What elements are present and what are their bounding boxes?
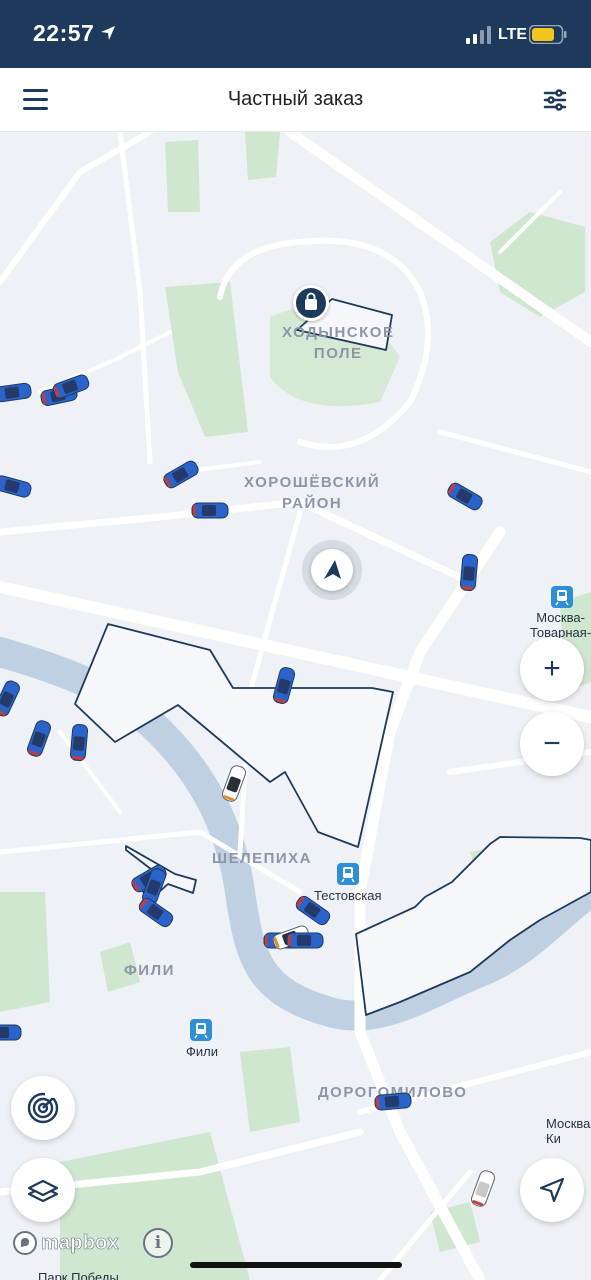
- station-line: Москва: [546, 1116, 591, 1131]
- car-icon[interactable]: [69, 723, 89, 762]
- station-label-testovskaya: Тестовская: [314, 888, 382, 903]
- layers-icon: [27, 1179, 59, 1203]
- filter-sliders-icon[interactable]: [540, 86, 570, 114]
- district-line: ХОРОШЁВСКИЙ: [244, 474, 381, 491]
- car-icon[interactable]: [459, 553, 479, 592]
- zoom-out-button[interactable]: −: [520, 712, 584, 776]
- navigation-arrow-icon: [302, 540, 362, 600]
- district-line: ПОЛЕ: [313, 345, 363, 362]
- station-label-moskva-tovarnaya: Москва- Товарная-: [530, 610, 591, 640]
- station-line: Ки: [546, 1131, 561, 1146]
- network-type: LTE: [498, 26, 528, 43]
- mapbox-logo[interactable]: mapbox: [12, 1230, 119, 1256]
- station-label-moskva-kiev: Москва Ки: [546, 1116, 590, 1146]
- district-line: РАЙОН: [281, 495, 343, 512]
- info-button[interactable]: i: [143, 1228, 173, 1258]
- train-icon[interactable]: [337, 863, 359, 885]
- district-label-khoroshevsky: ХОРОШЁВСКИЙ РАЙОН: [244, 472, 380, 514]
- radar-icon: [27, 1092, 59, 1124]
- radar-button[interactable]: [11, 1076, 75, 1140]
- district-label-shelepikha: ШЕЛЕПИХА: [212, 850, 313, 867]
- train-icon[interactable]: [551, 586, 573, 608]
- car-icon[interactable]: [286, 932, 324, 949]
- layers-button[interactable]: [11, 1158, 75, 1222]
- station-line: Москва-: [536, 610, 585, 625]
- station-label-fili: Фили: [186, 1044, 218, 1059]
- station-label-park-pobedy: Парк Победы: [38, 1270, 119, 1280]
- district-label-khodynskoe: ХОДЫНСКОЕ ПОЛЕ: [282, 322, 394, 364]
- district-line: ХОДЫНСКОЕ: [282, 324, 395, 341]
- zoom-out-label: −: [543, 727, 561, 760]
- status-bar: 22:57 LTE: [0, 0, 591, 68]
- mapbox-logo-icon: [13, 1231, 37, 1255]
- car-icon[interactable]: [373, 1091, 412, 1111]
- zoom-in-button[interactable]: +: [520, 637, 584, 701]
- app-header: Частный заказ: [0, 68, 591, 132]
- battery-icon: [529, 25, 567, 44]
- status-time: 22:57: [33, 20, 95, 46]
- train-icon[interactable]: [190, 1019, 212, 1041]
- location-arrow-icon: [101, 26, 115, 40]
- shopping-bag-icon[interactable]: [293, 285, 329, 321]
- hamburger-menu-icon[interactable]: [18, 86, 54, 114]
- locate-button[interactable]: [520, 1158, 584, 1222]
- page-title: Частный заказ: [227, 88, 364, 110]
- mapbox-text: mapbox: [41, 1231, 119, 1254]
- home-indicator: [190, 1262, 402, 1268]
- zoom-in-label: +: [543, 652, 561, 685]
- district-label-fili: ФИЛИ: [124, 962, 175, 979]
- car-icon[interactable]: [0, 1024, 22, 1041]
- locate-arrow-icon: [539, 1177, 565, 1203]
- map-view[interactable]: ХОДЫНСКОЕ ПОЛЕ ХОРОШЁВСКИЙ РАЙОН ШЕЛЕПИХ…: [0, 132, 591, 1280]
- cellular-signal-icon: [466, 26, 491, 44]
- car-icon[interactable]: [191, 502, 229, 519]
